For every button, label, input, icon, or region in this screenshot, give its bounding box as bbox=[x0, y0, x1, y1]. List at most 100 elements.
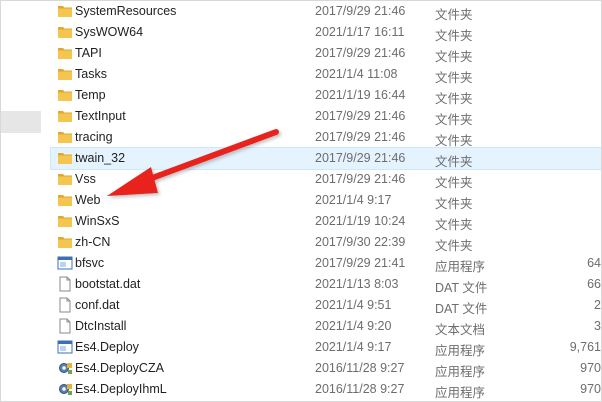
file-date-modified: 2017/9/29 21:46 bbox=[315, 130, 406, 144]
file-date-modified: 2017/9/29 21:46 bbox=[315, 46, 406, 60]
file-icon bbox=[57, 276, 73, 292]
file-row[interactable]: SysWOW64 2021/1/17 16:11 文件夹 bbox=[51, 22, 601, 43]
file-row[interactable]: TextInput 2017/9/29 21:46 文件夹 bbox=[51, 106, 601, 127]
file-date-modified: 2021/1/4 9:17 bbox=[315, 340, 392, 354]
file-row[interactable]: Web 2021/1/4 9:17 文件夹 bbox=[51, 190, 601, 211]
file-name: Temp bbox=[75, 88, 106, 102]
file-date-modified: 2017/9/30 22:39 bbox=[315, 235, 406, 249]
file-date-modified: 2021/1/4 9:51 bbox=[315, 298, 392, 312]
file-type: 应用程序 bbox=[435, 386, 486, 400]
folder-icon bbox=[57, 192, 73, 208]
file-date-modified: 2021/1/4 9:17 bbox=[315, 193, 392, 207]
file-date-modified: 2017/9/29 21:46 bbox=[315, 172, 406, 186]
file-date-modified: 2017/9/29 21:41 bbox=[315, 256, 406, 270]
folder-icon bbox=[57, 150, 73, 166]
file-type: 文件夹 bbox=[435, 92, 473, 106]
file-date-modified: 2017/9/29 21:46 bbox=[315, 4, 406, 18]
file-row[interactable]: TAPI 2017/9/29 21:46 文件夹 bbox=[51, 43, 601, 64]
folder-icon bbox=[57, 171, 73, 187]
file-name: Web bbox=[75, 193, 101, 207]
file-date-modified: 2016/11/28 9:27 bbox=[315, 382, 405, 396]
file-date-modified: 2016/11/28 9:27 bbox=[315, 361, 405, 375]
file-name: WinSxS bbox=[75, 214, 120, 228]
file-row[interactable]: twain_32 2017/9/29 21:46 文件夹 bbox=[50, 147, 601, 170]
file-row[interactable]: conf.dat 2021/1/4 9:51 DAT 文件 2 bbox=[51, 295, 601, 316]
file-date-modified: 2017/9/29 21:46 bbox=[315, 151, 406, 165]
navigation-pane-selected-item[interactable] bbox=[1, 111, 41, 133]
file-date-modified: 2021/1/4 9:20 bbox=[315, 319, 392, 333]
application-icon bbox=[57, 255, 73, 271]
file-type: DAT 文件 bbox=[435, 302, 488, 316]
file-size: 3 bbox=[594, 319, 601, 333]
file-name: Tasks bbox=[75, 67, 107, 81]
file-date-modified: 2021/1/17 16:11 bbox=[315, 25, 405, 39]
file-row[interactable]: Temp 2021/1/19 16:44 文件夹 bbox=[51, 85, 601, 106]
file-row[interactable]: SystemResources 2017/9/29 21:46 文件夹 bbox=[51, 1, 601, 22]
folder-icon bbox=[57, 45, 73, 61]
file-name: DtcInstall bbox=[75, 319, 127, 333]
file-row[interactable]: bfsvc 2017/9/29 21:41 应用程序 64 bbox=[51, 253, 601, 274]
file-name: TAPI bbox=[75, 46, 102, 60]
file-row[interactable]: DtcInstall 2021/1/4 9:20 文本文档 3 bbox=[51, 316, 601, 337]
file-row[interactable]: bootstat.dat 2021/1/13 8:03 DAT 文件 66 bbox=[51, 274, 601, 295]
file-type: DAT 文件 bbox=[435, 281, 488, 295]
file-name: zh-CN bbox=[75, 235, 111, 249]
file-icon bbox=[57, 297, 73, 313]
file-name: tracing bbox=[75, 130, 113, 144]
folder-icon bbox=[57, 3, 73, 19]
folder-icon bbox=[57, 87, 73, 103]
file-type: 文件夹 bbox=[435, 239, 473, 253]
file-name: TextInput bbox=[75, 109, 126, 123]
file-size: 64 bbox=[587, 256, 601, 270]
file-type: 文件夹 bbox=[435, 113, 473, 127]
folder-icon bbox=[57, 213, 73, 229]
file-type: 文件夹 bbox=[435, 8, 473, 22]
file-row[interactable]: zh-CN 2017/9/30 22:39 文件夹 bbox=[51, 232, 601, 253]
file-type: 文件夹 bbox=[435, 134, 473, 148]
file-type: 文本文档 bbox=[435, 323, 486, 337]
file-date-modified: 2021/1/4 11:08 bbox=[315, 67, 398, 81]
file-date-modified: 2017/9/29 21:46 bbox=[315, 109, 406, 123]
file-type: 文件夹 bbox=[435, 197, 473, 211]
file-date-modified: 2021/1/13 8:03 bbox=[315, 277, 399, 291]
folder-icon bbox=[57, 129, 73, 145]
file-name: SysWOW64 bbox=[75, 25, 144, 39]
file-name: Es4.DeployIhmL bbox=[75, 382, 167, 396]
file-name: Es4.Deploy bbox=[75, 340, 139, 354]
file-row[interactable]: Tasks 2021/1/4 11:08 文件夹 bbox=[51, 64, 601, 85]
file-type: 应用程序 bbox=[435, 344, 486, 358]
file-type: 文件夹 bbox=[435, 71, 473, 85]
file-type: 应用程序 bbox=[435, 260, 486, 274]
folder-icon bbox=[57, 66, 73, 82]
file-name: Vss bbox=[75, 172, 96, 186]
file-type: 文件夹 bbox=[435, 155, 473, 169]
file-name: bfsvc bbox=[75, 256, 105, 270]
file-size: 970 bbox=[580, 361, 601, 375]
file-name: bootstat.dat bbox=[75, 277, 141, 291]
file-date-modified: 2021/1/19 10:24 bbox=[315, 214, 406, 228]
file-type: 文件夹 bbox=[435, 176, 473, 190]
file-size: 2 bbox=[594, 298, 601, 312]
file-name: Es4.DeployCZA bbox=[75, 361, 164, 375]
file-size: 9,761 bbox=[569, 340, 601, 354]
folder-icon bbox=[57, 24, 73, 40]
file-type: 文件夹 bbox=[435, 218, 473, 232]
file-icon bbox=[57, 318, 73, 334]
application-icon bbox=[57, 339, 73, 355]
file-name: twain_32 bbox=[75, 151, 126, 165]
file-name: SystemResources bbox=[75, 4, 177, 18]
file-row[interactable]: Es4.DeployCZA 2016/11/28 9:27 应用程序 970 bbox=[51, 358, 601, 379]
file-type: 应用程序 bbox=[435, 365, 486, 379]
file-row[interactable]: Es4.Deploy 2021/1/4 9:17 应用程序 9,761 bbox=[51, 337, 601, 358]
file-name: conf.dat bbox=[75, 298, 120, 312]
file-date-modified: 2021/1/19 16:44 bbox=[315, 88, 406, 102]
file-row[interactable]: Vss 2017/9/29 21:46 文件夹 bbox=[51, 169, 601, 190]
file-row[interactable]: tracing 2017/9/29 21:46 文件夹 bbox=[51, 127, 601, 148]
file-row[interactable]: Es4.DeployIhmL 2016/11/28 9:27 应用程序 970 bbox=[51, 379, 601, 400]
navigation-pane bbox=[1, 1, 47, 401]
folder-icon bbox=[57, 234, 73, 250]
file-size: 970 bbox=[580, 382, 601, 396]
folder-icon bbox=[57, 108, 73, 124]
gear-app-icon bbox=[57, 360, 73, 376]
file-row[interactable]: WinSxS 2021/1/19 10:24 文件夹 bbox=[51, 211, 601, 232]
